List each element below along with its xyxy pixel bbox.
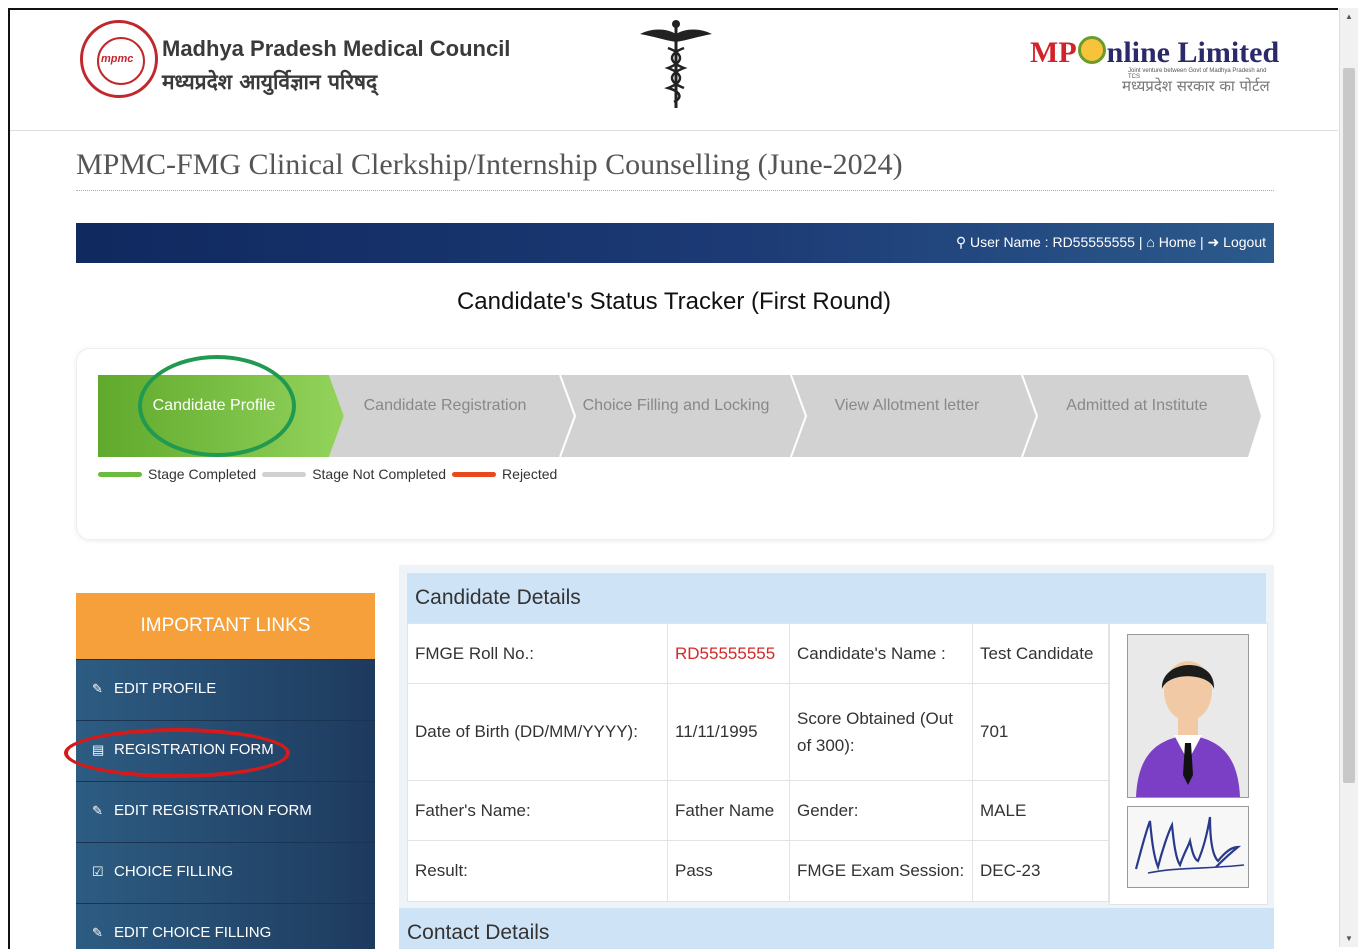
- roll-value: RD55555555: [667, 623, 790, 684]
- gender-value: MALE: [972, 780, 1109, 841]
- session-value: DEC-23: [972, 840, 1109, 902]
- table-row: FMGE Roll No.: RD55555555 Candidate's Na…: [407, 623, 1109, 684]
- dob-label: Date of Birth (DD/MM/YYYY):: [407, 683, 668, 781]
- step-label-choice: Choice Filling and Locking: [583, 397, 770, 414]
- candidate-details-panel: Candidate Details FMGE Roll No.: RD55555…: [399, 565, 1274, 949]
- legend-rejected-swatch: [452, 471, 497, 477]
- result-value: Pass: [667, 840, 790, 902]
- caduceus-icon: [640, 20, 712, 108]
- contact-details-title: Contact Details: [399, 908, 1274, 949]
- step-chevron-choice: [560, 375, 806, 457]
- vertical-scrollbar[interactable]: ▲ ▼: [1339, 8, 1358, 947]
- user-nav-bar: ⚲ User Name : RD55555555 | ⌂ Home | ➜ Lo…: [76, 223, 1274, 263]
- link-edit-profile[interactable]: ✎ EDIT PROFILE: [76, 659, 375, 720]
- org-name-hindi: मध्यप्रदेश आयुर्विज्ञान परिषद्: [162, 70, 378, 94]
- father-label: Father's Name:: [407, 780, 668, 841]
- table-row: Date of Birth (DD/MM/YYYY): 11/11/1995 S…: [407, 683, 1109, 781]
- mponline-hindi-tagline: मध्यप्रदेश सरकार का पोर्टल: [1122, 77, 1270, 95]
- scroll-down-icon[interactable]: ▼: [1345, 934, 1353, 943]
- highlight-oval-green: [138, 355, 296, 457]
- highlight-oval-red: [64, 728, 290, 778]
- page-title: MPMC-FMG Clinical Clerkship/Internship C…: [76, 148, 903, 181]
- legend-not-completed-label: Stage Not Completed: [312, 466, 447, 482]
- candidate-signature: [1127, 806, 1249, 888]
- result-label: Result:: [407, 840, 668, 902]
- home-icon: ⌂: [1146, 234, 1155, 250]
- link-edit-choice-filling[interactable]: ✎ EDIT CHOICE FILLING: [76, 903, 375, 949]
- step-label-registration: Candidate Registration: [364, 397, 527, 414]
- mponline-logo: MP nline Limited: [1030, 36, 1280, 69]
- table-row: Father's Name: Father Name Gender: MALE: [407, 780, 1109, 841]
- link-choice-filling[interactable]: ☑ CHOICE FILLING: [76, 842, 375, 903]
- step-chevron-registration: [329, 375, 575, 457]
- table-row: Result: Pass FMGE Exam Session: DEC-23: [407, 840, 1109, 902]
- mpmc-seal-logo: mpmc: [80, 20, 158, 98]
- checkbox-icon: ☑: [92, 864, 104, 879]
- name-label: Candidate's Name :: [789, 623, 973, 684]
- edit-icon: ✎: [92, 803, 103, 818]
- step-chevron-allotment: [791, 375, 1037, 457]
- site-header: mpmc Madhya Pradesh Medical Council मध्य…: [10, 10, 1338, 131]
- scrollbar-thumb[interactable]: [1343, 68, 1355, 783]
- logout-link[interactable]: ➜ Logout: [1208, 234, 1266, 250]
- score-value: 701: [972, 683, 1109, 781]
- link-edit-registration-form[interactable]: ✎ EDIT REGISTRATION FORM: [76, 781, 375, 842]
- candidate-media-cell: [1109, 623, 1268, 905]
- legend-completed-swatch: [98, 471, 142, 477]
- edit-icon: ✎: [92, 925, 103, 940]
- user-icon: ⚲: [955, 234, 967, 250]
- page-frame: mpmc Madhya Pradesh Medical Council मध्य…: [8, 8, 1338, 949]
- title-divider: [76, 190, 1274, 191]
- org-name-english: Madhya Pradesh Medical Council: [162, 36, 511, 61]
- edit-icon: ✎: [92, 681, 103, 696]
- dob-value: 11/11/1995: [667, 683, 790, 781]
- logout-icon: ➜: [1207, 234, 1220, 250]
- candidate-photo: [1127, 634, 1249, 798]
- candidate-details-table: FMGE Roll No.: RD55555555 Candidate's Na…: [407, 623, 1109, 902]
- legend-not-completed-swatch: [262, 471, 307, 477]
- step-label-allotment: View Allotment letter: [835, 397, 980, 414]
- tracker-title: Candidate's Status Tracker (First Round): [456, 288, 892, 315]
- legend-rejected-label: Rejected: [502, 466, 558, 482]
- name-value: Test Candidate: [972, 623, 1109, 684]
- step-label-admitted: Admitted at Institute: [1066, 397, 1208, 414]
- scroll-up-icon[interactable]: ▲: [1345, 12, 1353, 21]
- roll-label: FMGE Roll No.:: [407, 623, 668, 684]
- home-link[interactable]: ⌂ Home: [1146, 234, 1196, 250]
- legend-completed-label: Stage Completed: [148, 466, 257, 482]
- father-value: Father Name: [667, 780, 790, 841]
- important-links-title: IMPORTANT LINKS: [76, 593, 375, 659]
- step-chevron-admitted: [1022, 375, 1261, 457]
- score-label: Score Obtained (Out of 300):: [789, 683, 973, 781]
- gender-label: Gender:: [789, 780, 973, 841]
- session-label: FMGE Exam Session:: [789, 840, 973, 902]
- tracker-legend: Stage Completed Stage Not Completed Reje…: [98, 466, 557, 482]
- user-name-label: User Name : RD55555555: [970, 234, 1135, 250]
- candidate-details-title: Candidate Details: [407, 573, 1266, 623]
